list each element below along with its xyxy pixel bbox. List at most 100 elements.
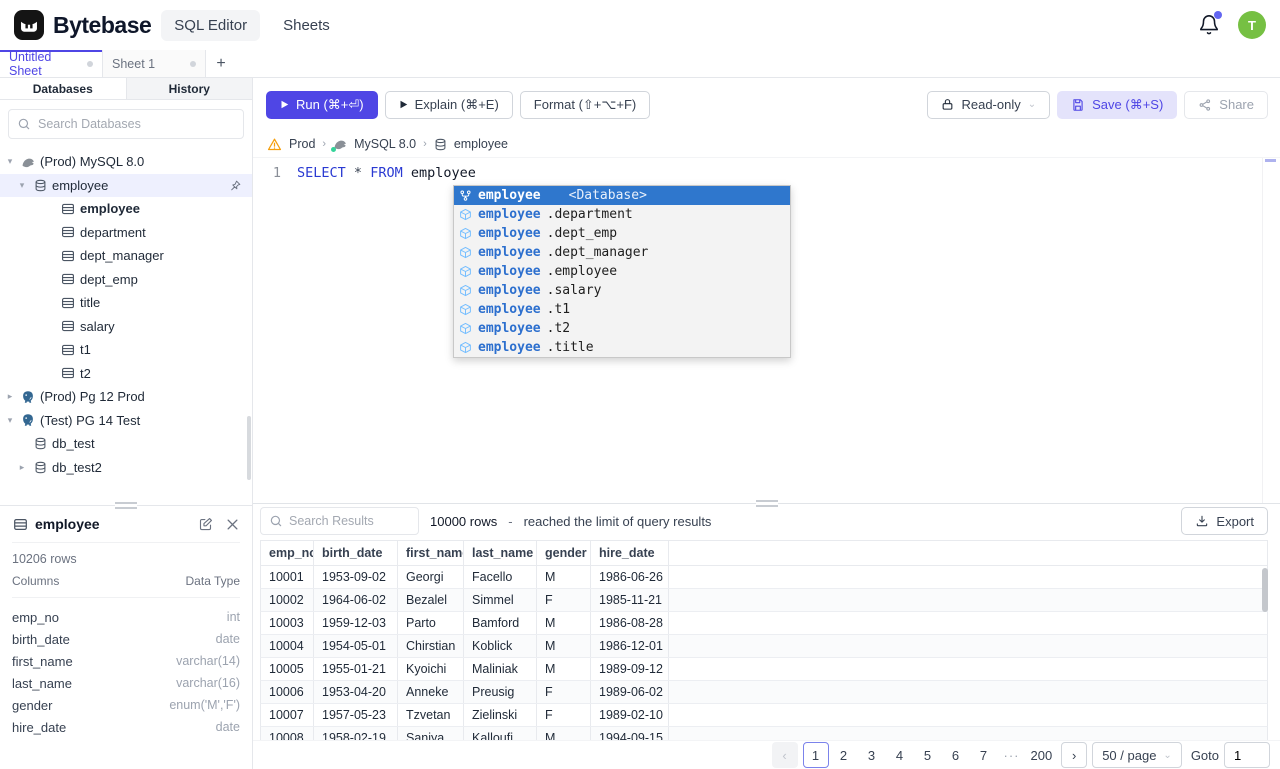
- cell-gender[interactable]: F: [537, 704, 591, 726]
- cell-last-name[interactable]: Simmel: [464, 589, 537, 611]
- cell-last-name[interactable]: Bamford: [464, 612, 537, 634]
- tab-databases[interactable]: Databases: [0, 78, 126, 99]
- share-button[interactable]: Share: [1184, 90, 1268, 119]
- tree-item[interactable]: ▸ db_test2: [0, 456, 252, 480]
- goto-page-input[interactable]: [1224, 742, 1270, 768]
- autocomplete-item[interactable]: employee .t2: [454, 319, 790, 338]
- cell-hire-date[interactable]: 1986-06-26: [591, 566, 669, 588]
- cell-birth-date[interactable]: 1953-09-02: [314, 566, 398, 588]
- tab-history[interactable]: History: [125, 78, 252, 99]
- readonly-mode-select[interactable]: Read-only ⌄: [927, 90, 1051, 119]
- brand[interactable]: Bytebase: [14, 10, 152, 40]
- cell-first-name[interactable]: Saniya: [398, 727, 464, 740]
- cell-last-name[interactable]: Facello: [464, 566, 537, 588]
- cell-hire-date[interactable]: 1989-06-02: [591, 681, 669, 703]
- page-size-select[interactable]: 50 / page ⌄: [1092, 742, 1182, 768]
- sheet-tab-dot[interactable]: [190, 60, 196, 67]
- cell-hire-date[interactable]: 1986-12-01: [591, 635, 669, 657]
- page-button[interactable]: 7: [971, 742, 997, 768]
- close-panel-icon[interactable]: [225, 517, 240, 532]
- tree-item[interactable]: dept_emp: [0, 268, 252, 292]
- export-button[interactable]: Export: [1181, 507, 1268, 535]
- page-button[interactable]: ···: [999, 742, 1025, 768]
- cell-birth-date[interactable]: 1959-12-03: [314, 612, 398, 634]
- tree-item[interactable]: t1: [0, 338, 252, 362]
- cell-emp-no[interactable]: 10006: [261, 681, 314, 703]
- caret-icon[interactable]: ▾: [4, 415, 16, 426]
- cell-first-name[interactable]: Bezalel: [398, 589, 464, 611]
- cell-hire-date[interactable]: 1989-09-12: [591, 658, 669, 680]
- cell-emp-no[interactable]: 10001: [261, 566, 314, 588]
- tree-item[interactable]: salary: [0, 315, 252, 339]
- cell-first-name[interactable]: Chirstian: [398, 635, 464, 657]
- caret-icon[interactable]: ▸: [4, 391, 16, 402]
- cell-first-name[interactable]: Tzvetan: [398, 704, 464, 726]
- column-header[interactable]: gender: [537, 541, 591, 565]
- panel-resize-handle[interactable]: [115, 502, 137, 509]
- cell-birth-date[interactable]: 1958-02-19: [314, 727, 398, 740]
- page-button[interactable]: 5: [915, 742, 941, 768]
- cell-emp-no[interactable]: 10003: [261, 612, 314, 634]
- cell-emp-no[interactable]: 10005: [261, 658, 314, 680]
- prev-page-button[interactable]: ‹: [771, 742, 798, 768]
- cell-gender[interactable]: M: [537, 635, 591, 657]
- autocomplete-item[interactable]: employee .title: [454, 338, 790, 357]
- save-button[interactable]: Save (⌘+S): [1057, 90, 1178, 119]
- editor-scrollbar[interactable]: [1262, 158, 1280, 503]
- table-row[interactable]: 10002 1964-06-02 Bezalel Simmel F 1985-1…: [260, 589, 1268, 612]
- database-search-input[interactable]: [8, 109, 244, 139]
- column-header[interactable]: emp_no: [261, 541, 314, 565]
- cell-hire-date[interactable]: 1986-08-28: [591, 612, 669, 634]
- cell-last-name[interactable]: Maliniak: [464, 658, 537, 680]
- table-scrollbar[interactable]: [1262, 568, 1268, 612]
- table-row[interactable]: 10007 1957-05-23 Tzvetan Zielinski F 198…: [260, 704, 1268, 727]
- cell-hire-date[interactable]: 1989-02-10: [591, 704, 669, 726]
- cell-birth-date[interactable]: 1964-06-02: [314, 589, 398, 611]
- column-header[interactable]: hire_date: [591, 541, 669, 565]
- next-page-button[interactable]: ›: [1061, 742, 1088, 768]
- tree-item[interactable]: employee: [0, 197, 252, 221]
- tree-item[interactable]: department: [0, 221, 252, 245]
- cell-gender[interactable]: M: [537, 612, 591, 634]
- cell-emp-no[interactable]: 10008: [261, 727, 314, 740]
- cell-gender[interactable]: F: [537, 681, 591, 703]
- tree-item[interactable]: title: [0, 291, 252, 315]
- autocomplete-item[interactable]: employee .dept_emp: [454, 224, 790, 243]
- cell-first-name[interactable]: Anneke: [398, 681, 464, 703]
- breadcrumb-environment[interactable]: Prod: [289, 137, 315, 151]
- autocomplete-item[interactable]: employee .salary: [454, 281, 790, 300]
- page-button[interactable]: 200: [1027, 742, 1057, 768]
- cell-birth-date[interactable]: 1955-01-21: [314, 658, 398, 680]
- table-row[interactable]: 10003 1959-12-03 Parto Bamford M 1986-08…: [260, 612, 1268, 635]
- tree-scrollbar[interactable]: [247, 416, 251, 480]
- cell-emp-no[interactable]: 10002: [261, 589, 314, 611]
- caret-icon[interactable]: ▾: [4, 156, 16, 167]
- table-row[interactable]: 10008 1958-02-19 Saniya Kalloufi M 1994-…: [260, 727, 1268, 740]
- edit-schema-icon[interactable]: [198, 517, 213, 532]
- autocomplete-item[interactable]: employee .dept_manager: [454, 243, 790, 262]
- breadcrumb-instance[interactable]: MySQL 8.0: [354, 137, 416, 151]
- cell-first-name[interactable]: Kyoichi: [398, 658, 464, 680]
- cell-gender[interactable]: M: [537, 566, 591, 588]
- results-search-input[interactable]: [260, 507, 419, 535]
- tree-item[interactable]: t2: [0, 362, 252, 386]
- cell-last-name[interactable]: Koblick: [464, 635, 537, 657]
- table-row[interactable]: 10005 1955-01-21 Kyoichi Maliniak M 1989…: [260, 658, 1268, 681]
- cell-first-name[interactable]: Georgi: [398, 566, 464, 588]
- tree-item[interactable]: ▸ (Prod) Pg 12 Prod: [0, 385, 252, 409]
- caret-icon[interactable]: ▾: [16, 180, 28, 191]
- cell-emp-no[interactable]: 10007: [261, 704, 314, 726]
- tree-item[interactable]: ▾ employee: [0, 173, 252, 197]
- autocomplete-item-selected[interactable]: employee <Database>: [454, 186, 790, 205]
- sheet-tab[interactable]: Untitled Sheet: [0, 50, 103, 78]
- sql-editor[interactable]: 1 SELECT * FROM employee employee <Databa…: [253, 157, 1280, 503]
- notification-bell-icon[interactable]: [1198, 11, 1222, 36]
- results-resize-handle[interactable]: [755, 500, 778, 507]
- tree-item[interactable]: dept_manager: [0, 244, 252, 268]
- cell-last-name[interactable]: Kalloufi: [464, 727, 537, 740]
- explain-button[interactable]: Explain (⌘+E): [384, 90, 513, 119]
- table-row[interactable]: 10004 1954-05-01 Chirstian Koblick M 198…: [260, 635, 1268, 658]
- page-button[interactable]: 3: [859, 742, 885, 768]
- cell-gender[interactable]: M: [537, 727, 591, 740]
- nav-sheets[interactable]: Sheets: [270, 10, 343, 41]
